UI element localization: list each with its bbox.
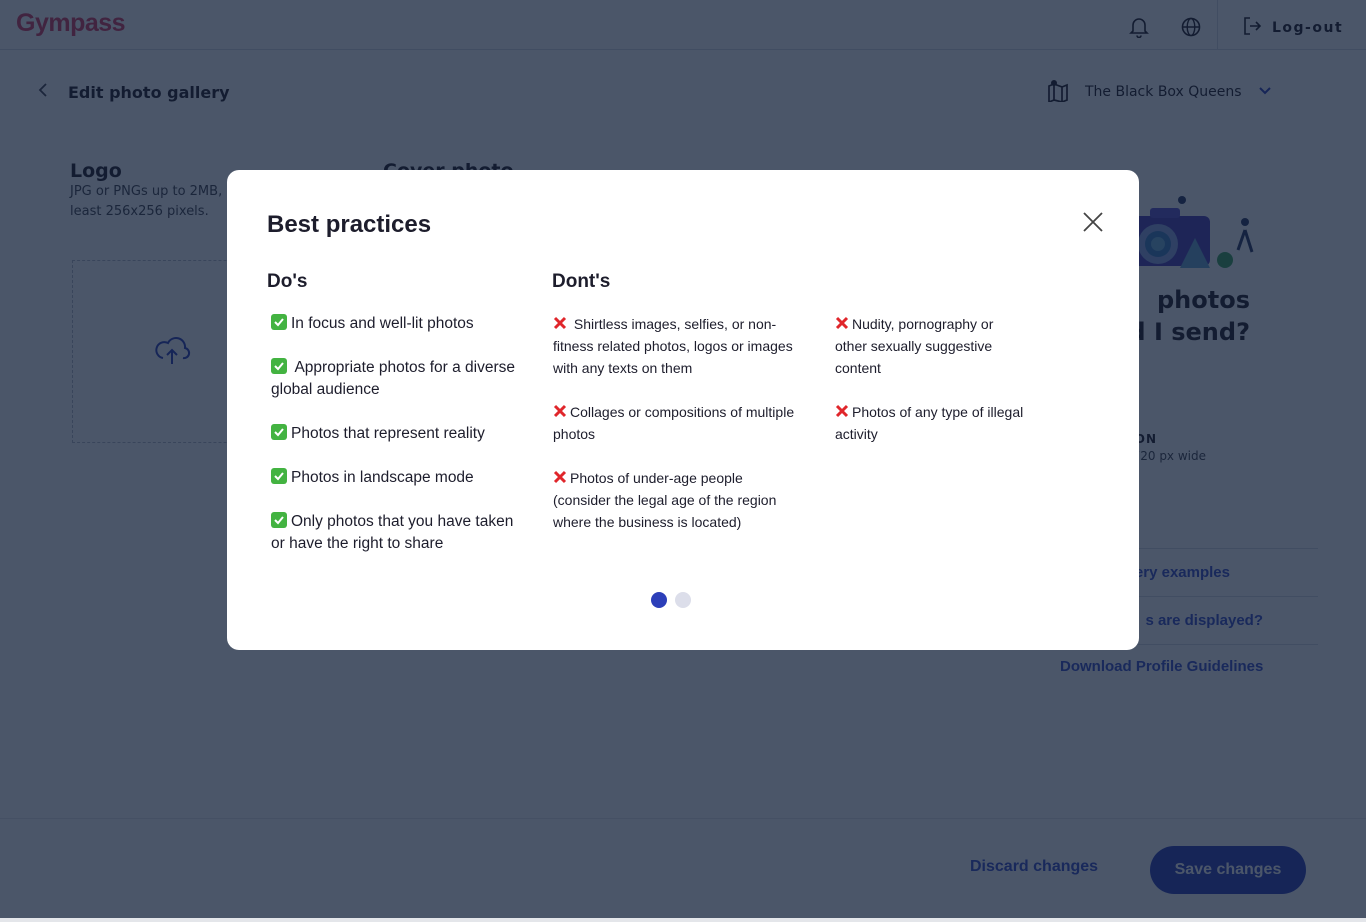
cross-icon	[553, 402, 567, 418]
pagination-dot-2[interactable]	[675, 592, 691, 608]
list-item: Photos that represent reality	[271, 423, 521, 445]
list-item: Only photos that you have taken or have …	[271, 511, 521, 555]
donts-list-1: Shirtless images, selfies, or non-fitnes…	[553, 313, 803, 555]
list-item: Photos of under-age people (consider the…	[553, 467, 803, 533]
best-practices-modal: Best practices Do's Dont's In focus and …	[227, 170, 1139, 650]
pagination-dot-1[interactable]	[651, 592, 667, 608]
list-item: Nudity, pornography or other sexually su…	[835, 313, 1025, 379]
cross-icon	[553, 314, 567, 330]
close-button[interactable]	[1081, 210, 1105, 234]
check-icon	[271, 314, 287, 330]
list-item: Shirtless images, selfies, or non-fitnes…	[553, 313, 803, 379]
dont-item-text: Photos of any type of illegal activity	[835, 404, 1024, 442]
modal-title: Best practices	[267, 211, 432, 238]
cross-icon	[553, 468, 567, 484]
do-item-text: Appropriate photos for a diverse global …	[271, 359, 516, 398]
dos-title: Do's	[267, 271, 308, 292]
list-item: In focus and well-lit photos	[271, 313, 521, 335]
check-icon	[271, 512, 287, 528]
list-item: Photos in landscape mode	[271, 467, 521, 489]
donts-title: Dont's	[552, 271, 611, 292]
check-icon	[271, 358, 287, 374]
dont-item-text: Nudity, pornography or other sexually su…	[835, 316, 994, 376]
dont-item-text: Photos of under-age people (consider the…	[553, 470, 777, 530]
list-item: Appropriate photos for a diverse global …	[271, 357, 521, 401]
dos-list: In focus and well-lit photos Appropriate…	[271, 313, 521, 577]
list-item: Collages or compositions of multiple pho…	[553, 401, 803, 445]
donts-list-2: Nudity, pornography or other sexually su…	[835, 313, 1025, 467]
bottom-strip	[0, 918, 1366, 922]
carousel-pagination	[651, 592, 691, 608]
do-item-text: In focus and well-lit photos	[291, 315, 474, 332]
close-icon	[1081, 212, 1105, 238]
check-icon	[271, 468, 287, 484]
do-item-text: Only photos that you have taken or have …	[271, 513, 514, 552]
cross-icon	[835, 402, 849, 418]
do-item-text: Photos that represent reality	[291, 425, 485, 442]
do-item-text: Photos in landscape mode	[291, 469, 474, 486]
list-item: Photos of any type of illegal activity	[835, 401, 1025, 445]
check-icon	[271, 424, 287, 440]
cross-icon	[835, 314, 849, 330]
dont-item-text: Shirtless images, selfies, or non-fitnes…	[553, 316, 793, 376]
dont-item-text: Collages or compositions of multiple pho…	[553, 404, 795, 442]
